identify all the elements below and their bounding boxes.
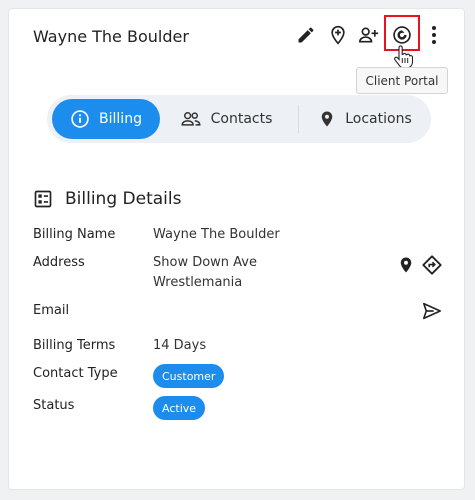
- email-label: Email: [33, 303, 70, 318]
- billing-terms-label: Billing Terms: [33, 338, 116, 353]
- status-label: Status: [33, 398, 75, 413]
- tab-contacts[interactable]: Contacts: [167, 99, 285, 139]
- billing-terms-value: 14 Days: [153, 338, 207, 353]
- people-icon: [181, 112, 201, 126]
- tab-divider: [298, 105, 299, 133]
- tab-billing-label: Billing: [99, 111, 142, 127]
- billing-name-value: Wayne The Boulder: [153, 227, 280, 242]
- contact-type-label: Contact Type: [33, 366, 118, 381]
- tab-bar: Billing Contacts Locations: [47, 95, 431, 143]
- billing-details-title: Billing Details: [65, 189, 182, 209]
- tab-billing[interactable]: Billing: [52, 99, 160, 139]
- client-name-title: Wayne The Boulder: [33, 27, 189, 46]
- address-label: Address: [33, 255, 85, 270]
- billing-name-label: Billing Name: [33, 227, 116, 242]
- info-icon: [71, 110, 89, 128]
- billing-details-heading: Billing Details: [33, 187, 181, 211]
- contact-type-badge: Customer: [153, 364, 225, 388]
- address-line1: Show Down Ave: [153, 255, 257, 270]
- map-pin-icon[interactable]: [394, 253, 418, 277]
- client-card: Wayne The Boulder Client Portal Billing …: [8, 8, 465, 490]
- more-vertical-icon[interactable]: [422, 23, 446, 47]
- address-line2: Wrestlemania: [153, 275, 243, 290]
- add-person-icon[interactable]: [357, 23, 381, 47]
- tab-contacts-label: Contacts: [210, 111, 273, 127]
- tab-locations[interactable]: Locations: [305, 99, 425, 139]
- tab-locations-label: Locations: [345, 111, 412, 127]
- send-email-icon[interactable]: [420, 299, 444, 323]
- status-badge: Active: [153, 396, 206, 420]
- billing-details-icon: [34, 190, 52, 208]
- client-portal-tooltip: Client Portal: [356, 67, 448, 94]
- location-pin-icon: [321, 111, 333, 127]
- add-location-icon[interactable]: [326, 23, 350, 47]
- directions-icon[interactable]: [420, 253, 444, 277]
- pencil-icon[interactable]: [294, 23, 318, 47]
